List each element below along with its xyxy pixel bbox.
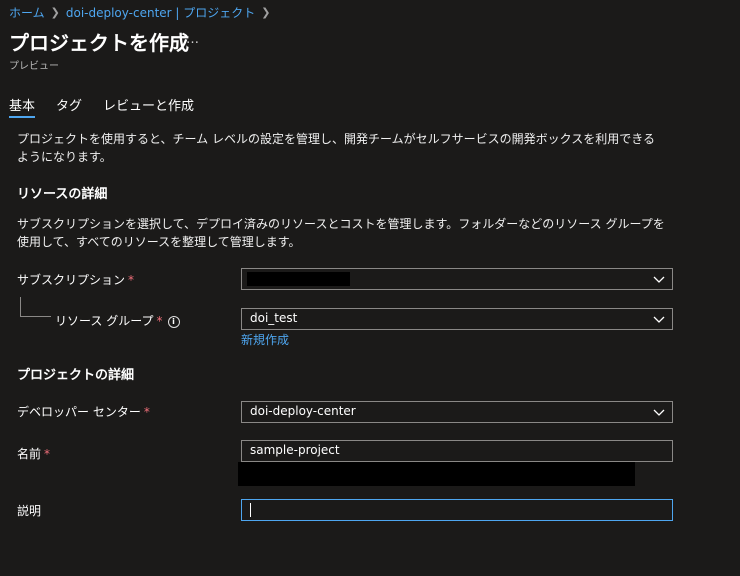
chevron-down-icon xyxy=(653,316,665,323)
name-label: 名前 * xyxy=(17,445,50,462)
required-marker: * xyxy=(128,273,135,287)
chevron-down-icon xyxy=(653,276,665,283)
resource-group-value: doi_test xyxy=(250,311,298,325)
active-tab-indicator xyxy=(9,116,35,118)
resource-group-label-text: リソース グループ xyxy=(55,314,154,328)
tab-review-create[interactable]: レビューと作成 xyxy=(103,95,194,114)
more-icon[interactable]: … xyxy=(186,32,200,47)
breadcrumb-center[interactable]: doi-deploy-center | プロジェクト xyxy=(66,4,255,21)
redacted-subscription-value xyxy=(247,272,350,286)
chevron-right-icon: ❯ xyxy=(261,6,271,19)
subscription-label: サブスクリプション * xyxy=(17,271,134,288)
create-new-link[interactable]: 新規作成 xyxy=(241,331,289,348)
required-marker: * xyxy=(143,405,150,419)
name-input[interactable]: sample-project xyxy=(241,440,673,462)
breadcrumb: ホーム ❯ doi-deploy-center | プロジェクト ❯ xyxy=(9,4,277,21)
resource-group-dropdown[interactable]: doi_test xyxy=(241,308,673,330)
resource-group-label: リソース グループ * i xyxy=(55,312,180,329)
intro-text: プロジェクトを使用すると、チーム レベルの設定を管理し、開発チームがセルフサービ… xyxy=(17,132,656,164)
preview-label: プレビュー xyxy=(9,61,59,72)
name-input-value: sample-project xyxy=(250,443,340,457)
chevron-down-icon xyxy=(653,409,665,416)
subscription-dropdown[interactable] xyxy=(241,268,673,290)
required-marker: * xyxy=(44,447,51,461)
description-input[interactable] xyxy=(241,499,673,521)
dev-center-dropdown[interactable]: doi-deploy-center xyxy=(241,401,673,423)
tab-tags[interactable]: タグ xyxy=(56,95,82,114)
tab-basics[interactable]: 基本 xyxy=(9,95,35,114)
required-marker: * xyxy=(156,314,163,328)
text-cursor xyxy=(250,503,251,517)
dev-center-value: doi-deploy-center xyxy=(250,404,356,418)
breadcrumb-home[interactable]: ホーム xyxy=(9,4,45,21)
resource-details-heading: リソースの詳細 xyxy=(17,187,108,202)
dev-center-label-text: デベロッパー センター xyxy=(17,405,141,419)
redacted-area xyxy=(238,462,635,486)
page-title: プロジェクトを作成 xyxy=(9,31,189,55)
description-label: 説明 xyxy=(17,504,42,518)
subscription-label-text: サブスクリプション xyxy=(17,273,126,287)
tree-connector xyxy=(20,297,51,317)
name-label-text: 名前 xyxy=(17,447,42,461)
dev-center-label: デベロッパー センター * xyxy=(17,403,150,420)
chevron-right-icon: ❯ xyxy=(50,6,60,19)
info-icon[interactable]: i xyxy=(167,315,180,328)
project-details-heading: プロジェクトの詳細 xyxy=(17,368,135,383)
resource-details-description: サブスクリプションを選択して、デプロイ済みのリソースとコストを管理します。フォル… xyxy=(17,217,665,249)
